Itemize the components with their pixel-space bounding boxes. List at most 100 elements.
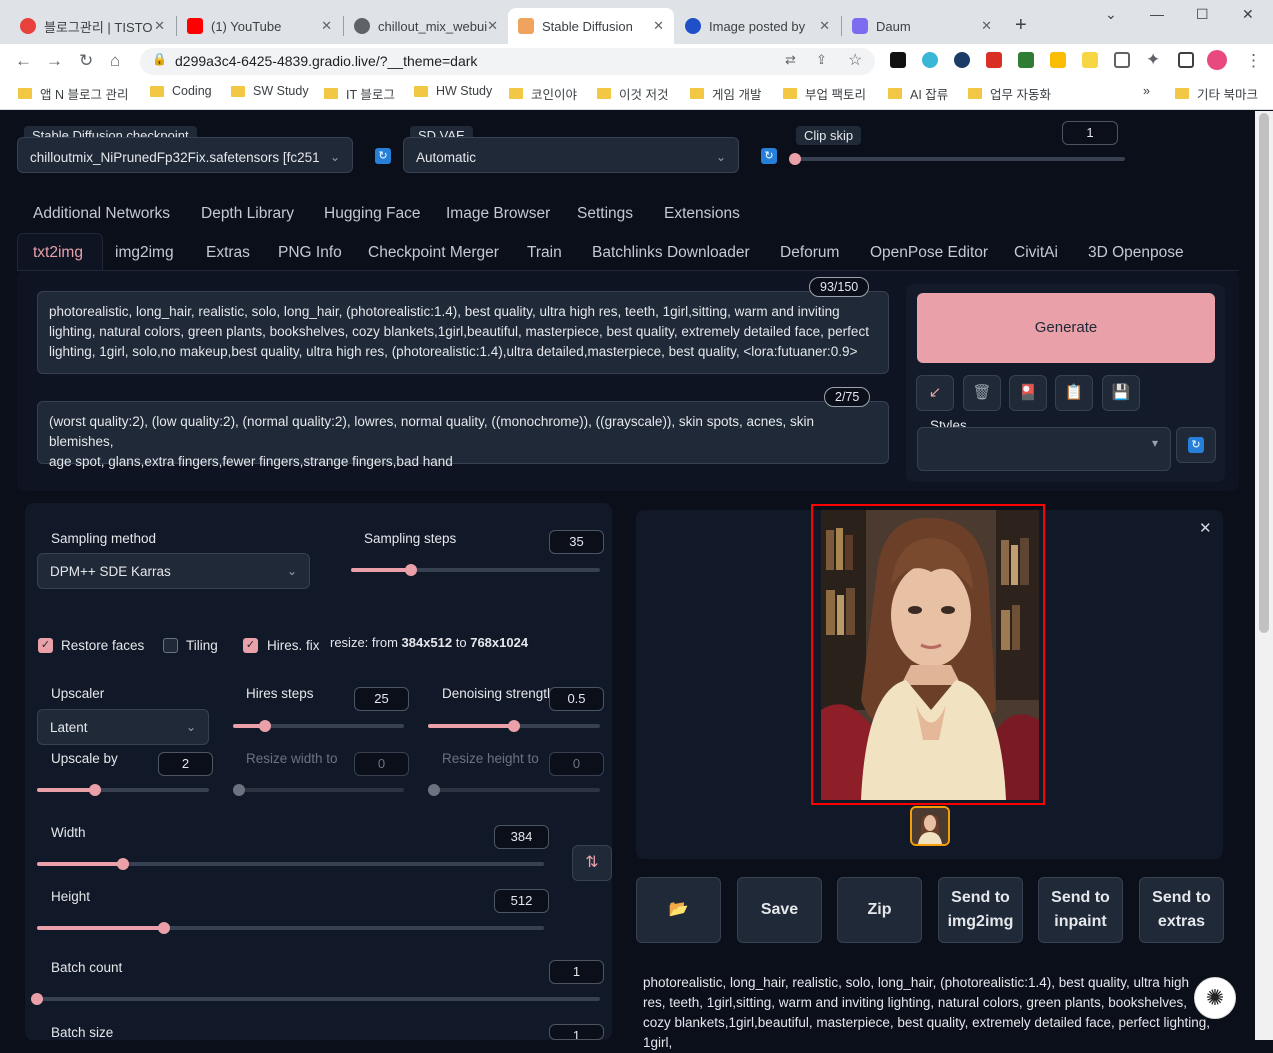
profile-avatar[interactable] xyxy=(1207,50,1227,70)
tab-txt2img[interactable]: txt2img xyxy=(33,244,83,262)
send-to-extras-button[interactable]: Send to extras xyxy=(1139,877,1224,943)
chevron-down-icon[interactable]: ⌄ xyxy=(1105,6,1117,23)
resize-height-input[interactable]: 0 xyxy=(549,752,604,776)
refresh-styles-button[interactable]: ↻ xyxy=(1176,427,1216,463)
bookmark-hw-study[interactable]: HW Study xyxy=(414,84,492,98)
slider-knob[interactable] xyxy=(31,993,43,1005)
menu-icon[interactable]: ⋮ xyxy=(1245,51,1262,71)
zip-button[interactable]: Zip xyxy=(837,877,922,943)
slider-knob[interactable] xyxy=(789,153,801,165)
prompt-input[interactable]: photorealistic, long_hair, realistic, so… xyxy=(37,291,889,374)
bookmark-it-blog[interactable]: IT 블로그 xyxy=(324,84,395,103)
send-to-inpaint-button[interactable]: Send to inpaint xyxy=(1038,877,1123,943)
extension-note-icon[interactable] xyxy=(1082,52,1098,68)
send-to-img2img-button[interactable]: Send to img2img xyxy=(938,877,1023,943)
width-input[interactable]: 384 xyxy=(494,825,549,849)
bookmark-sw-study[interactable]: SW Study xyxy=(231,84,309,98)
swap-dimensions-icon[interactable]: ⇅ xyxy=(572,845,612,881)
close-icon[interactable]: ✕ xyxy=(981,18,992,34)
home-icon[interactable]: ⌂ xyxy=(110,51,120,71)
window-close-icon[interactable]: ✕ xyxy=(1242,6,1254,23)
tab-checkpoint-merger[interactable]: Checkpoint Merger xyxy=(368,244,499,262)
forward-icon[interactable]: → xyxy=(46,51,63,71)
denoising-slider[interactable] xyxy=(428,720,600,732)
close-icon[interactable]: ✕ xyxy=(1199,519,1212,537)
url-input[interactable]: 🔒 d299a3c4-6425-4839.gradio.live/?__theme… xyxy=(140,48,875,75)
height-input[interactable]: 512 xyxy=(494,889,549,913)
negative-prompt-input[interactable]: (worst quality:2), (low quality:2), (nor… xyxy=(37,401,889,469)
generate-button[interactable]: Generate xyxy=(917,293,1215,363)
open-folder-button[interactable]: 📂 xyxy=(636,877,721,943)
resize-height-slider[interactable] xyxy=(428,784,600,796)
refresh-vae-icon[interactable]: ↻ xyxy=(761,148,777,164)
tab-image-browser[interactable]: Image Browser xyxy=(446,205,550,223)
extension-b-icon[interactable] xyxy=(890,52,906,68)
close-icon[interactable]: ✕ xyxy=(321,18,332,34)
tab-deforum[interactable]: Deforum xyxy=(780,244,839,262)
tab-batchlinks-downloader[interactable]: Batchlinks Downloader xyxy=(592,244,750,262)
height-slider[interactable] xyxy=(37,922,544,934)
tiling-checkbox[interactable] xyxy=(163,638,178,653)
hires-steps-slider[interactable] xyxy=(233,720,404,732)
upscale-by-slider[interactable] xyxy=(37,784,209,796)
save-icon[interactable]: 💾 xyxy=(1102,375,1140,411)
card-icon[interactable]: 🎴 xyxy=(1009,375,1047,411)
browser-tab-youtube[interactable]: (1) YouTube ✕ xyxy=(177,8,342,44)
hires-steps-input[interactable]: 25 xyxy=(354,687,409,711)
slider-knob[interactable] xyxy=(233,784,245,796)
slider-knob[interactable] xyxy=(259,720,271,732)
tab-extensions[interactable]: Extensions xyxy=(664,205,740,223)
clip-skip-input[interactable]: 1 xyxy=(1062,121,1118,145)
browser-tab-tistory[interactable]: 블로그관리 | TISTO ✕ xyxy=(10,8,175,44)
tab-civitai[interactable]: CivitAi xyxy=(1014,244,1058,262)
sampling-steps-input[interactable]: 35 xyxy=(549,530,604,554)
close-icon[interactable]: ✕ xyxy=(487,18,498,34)
restore-faces-checkbox[interactable]: ✓ xyxy=(38,638,53,653)
slider-knob[interactable] xyxy=(117,858,129,870)
tab-extras[interactable]: Extras xyxy=(206,244,250,262)
trash-icon[interactable]: 🗑 xyxy=(963,375,1001,411)
translate-icon[interactable]: ⇄ xyxy=(785,52,796,68)
styles-select[interactable]: ▾ xyxy=(917,427,1171,471)
tab-train[interactable]: Train xyxy=(527,244,562,262)
extension-play-icon[interactable] xyxy=(1114,52,1130,68)
refresh-checkpoint-icon[interactable]: ↻ xyxy=(375,148,391,164)
bookmark-game[interactable]: 게임 개발 xyxy=(690,84,761,103)
resize-width-input[interactable]: 0 xyxy=(354,752,409,776)
bookmark-sidejob[interactable]: 부업 팩토리 xyxy=(783,84,866,103)
bookmark-automation[interactable]: 업무 자동화 xyxy=(968,84,1051,103)
clip-skip-slider[interactable] xyxy=(789,153,1125,165)
bookmark-other[interactable]: 기타 북마크 xyxy=(1175,84,1258,103)
browser-tab-image-posted[interactable]: Image posted by ✕ xyxy=(675,8,840,44)
browser-tab-stable-diffusion[interactable]: Stable Diffusion ✕ xyxy=(508,8,674,44)
tab-openpose-editor[interactable]: OpenPose Editor xyxy=(870,244,988,262)
save-button[interactable]: Save xyxy=(737,877,822,943)
sampling-method-select[interactable]: DPM++ SDE Karras ⌄ xyxy=(37,553,310,589)
scrollbar-thumb[interactable] xyxy=(1259,113,1269,633)
vae-select[interactable]: Automatic ⌄ xyxy=(403,137,739,173)
bookmark-coding[interactable]: Coding xyxy=(150,84,212,98)
close-icon[interactable]: ✕ xyxy=(819,18,830,34)
hires-fix-checkbox[interactable]: ✓ xyxy=(243,638,258,653)
tab-additional-networks[interactable]: Additional Networks xyxy=(33,205,170,223)
share-icon[interactable]: ⇪ xyxy=(816,52,827,68)
tab-img2img[interactable]: img2img xyxy=(115,244,174,262)
batch-count-slider[interactable] xyxy=(31,993,600,1005)
slider-knob[interactable] xyxy=(89,784,101,796)
resize-width-slider[interactable] xyxy=(233,784,404,796)
arrow-icon[interactable]: ↙ xyxy=(916,375,954,411)
reload-icon[interactable]: ↻ xyxy=(79,51,93,71)
extension-chat-icon[interactable] xyxy=(922,52,938,68)
denoising-input[interactable]: 0.5 xyxy=(549,687,604,711)
tab-settings[interactable]: Settings xyxy=(577,205,633,223)
bookmark-misc[interactable]: 이것 저것 xyxy=(597,84,668,103)
sampling-steps-slider[interactable] xyxy=(351,564,600,576)
bookmark-ai[interactable]: AI 잡류 xyxy=(888,84,948,103)
minimize-icon[interactable]: — xyxy=(1150,6,1164,22)
puzzle-icon[interactable]: ✦ xyxy=(1146,50,1160,70)
tab-3d-openpose[interactable]: 3D Openpose xyxy=(1088,244,1184,262)
checkpoint-select[interactable]: chilloutmix_NiPrunedFp32Fix.safetensors … xyxy=(17,137,353,173)
slider-knob[interactable] xyxy=(405,564,417,576)
close-icon[interactable]: ✕ xyxy=(653,18,664,34)
upscale-by-input[interactable]: 2 xyxy=(158,752,213,776)
